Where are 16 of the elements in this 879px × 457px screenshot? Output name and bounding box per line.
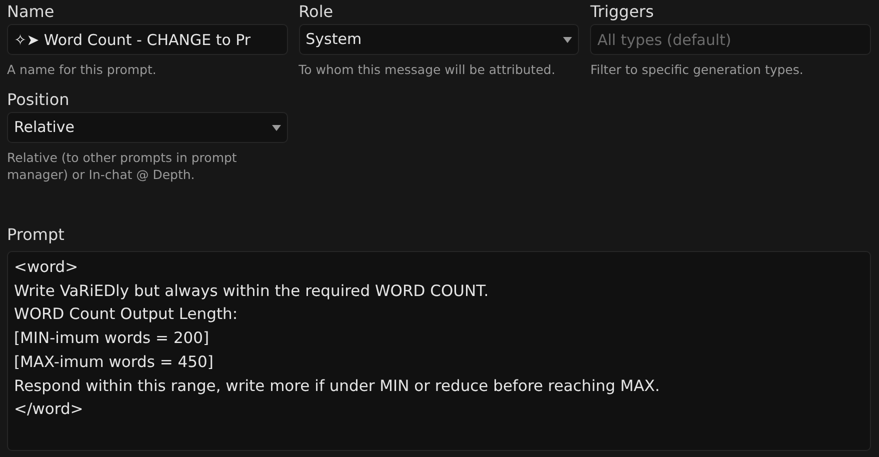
triggers-label: Triggers bbox=[590, 1, 655, 23]
prompt-textarea[interactable]: <word> Write VaRiEDly but always within the required WORD COUNT. WORD Count Output Length: [MIN-imum words = 200] [MAX-imum words = 450] Respond within this range, write more if under MIN or reduce before reaching MAX. </word> bbox=[7, 251, 871, 451]
caret-icon bbox=[272, 124, 281, 130]
name-help-text: A name for this prompt. bbox=[7, 61, 158, 78]
role-label: Role bbox=[298, 1, 334, 23]
triggers-field[interactable]: All types (default) bbox=[590, 24, 871, 55]
prompt-label: Prompt bbox=[7, 224, 66, 246]
role-select[interactable]: System bbox=[298, 24, 580, 55]
name-field[interactable]: ✧➤ Word Count - CHANGE to Pr bbox=[7, 24, 288, 55]
triggers-help-text: Filter to specific generation types. bbox=[590, 61, 804, 78]
position-label: Position bbox=[7, 89, 70, 111]
position-help-text: Relative (to other prompts in prompt manager) or In-chat @ Depth. bbox=[7, 149, 238, 183]
caret-icon bbox=[563, 36, 572, 42]
position-select[interactable]: Relative bbox=[7, 112, 288, 143]
role-help-text: To whom this message will be attributed. bbox=[298, 61, 556, 78]
name-label: Name bbox=[7, 1, 56, 23]
